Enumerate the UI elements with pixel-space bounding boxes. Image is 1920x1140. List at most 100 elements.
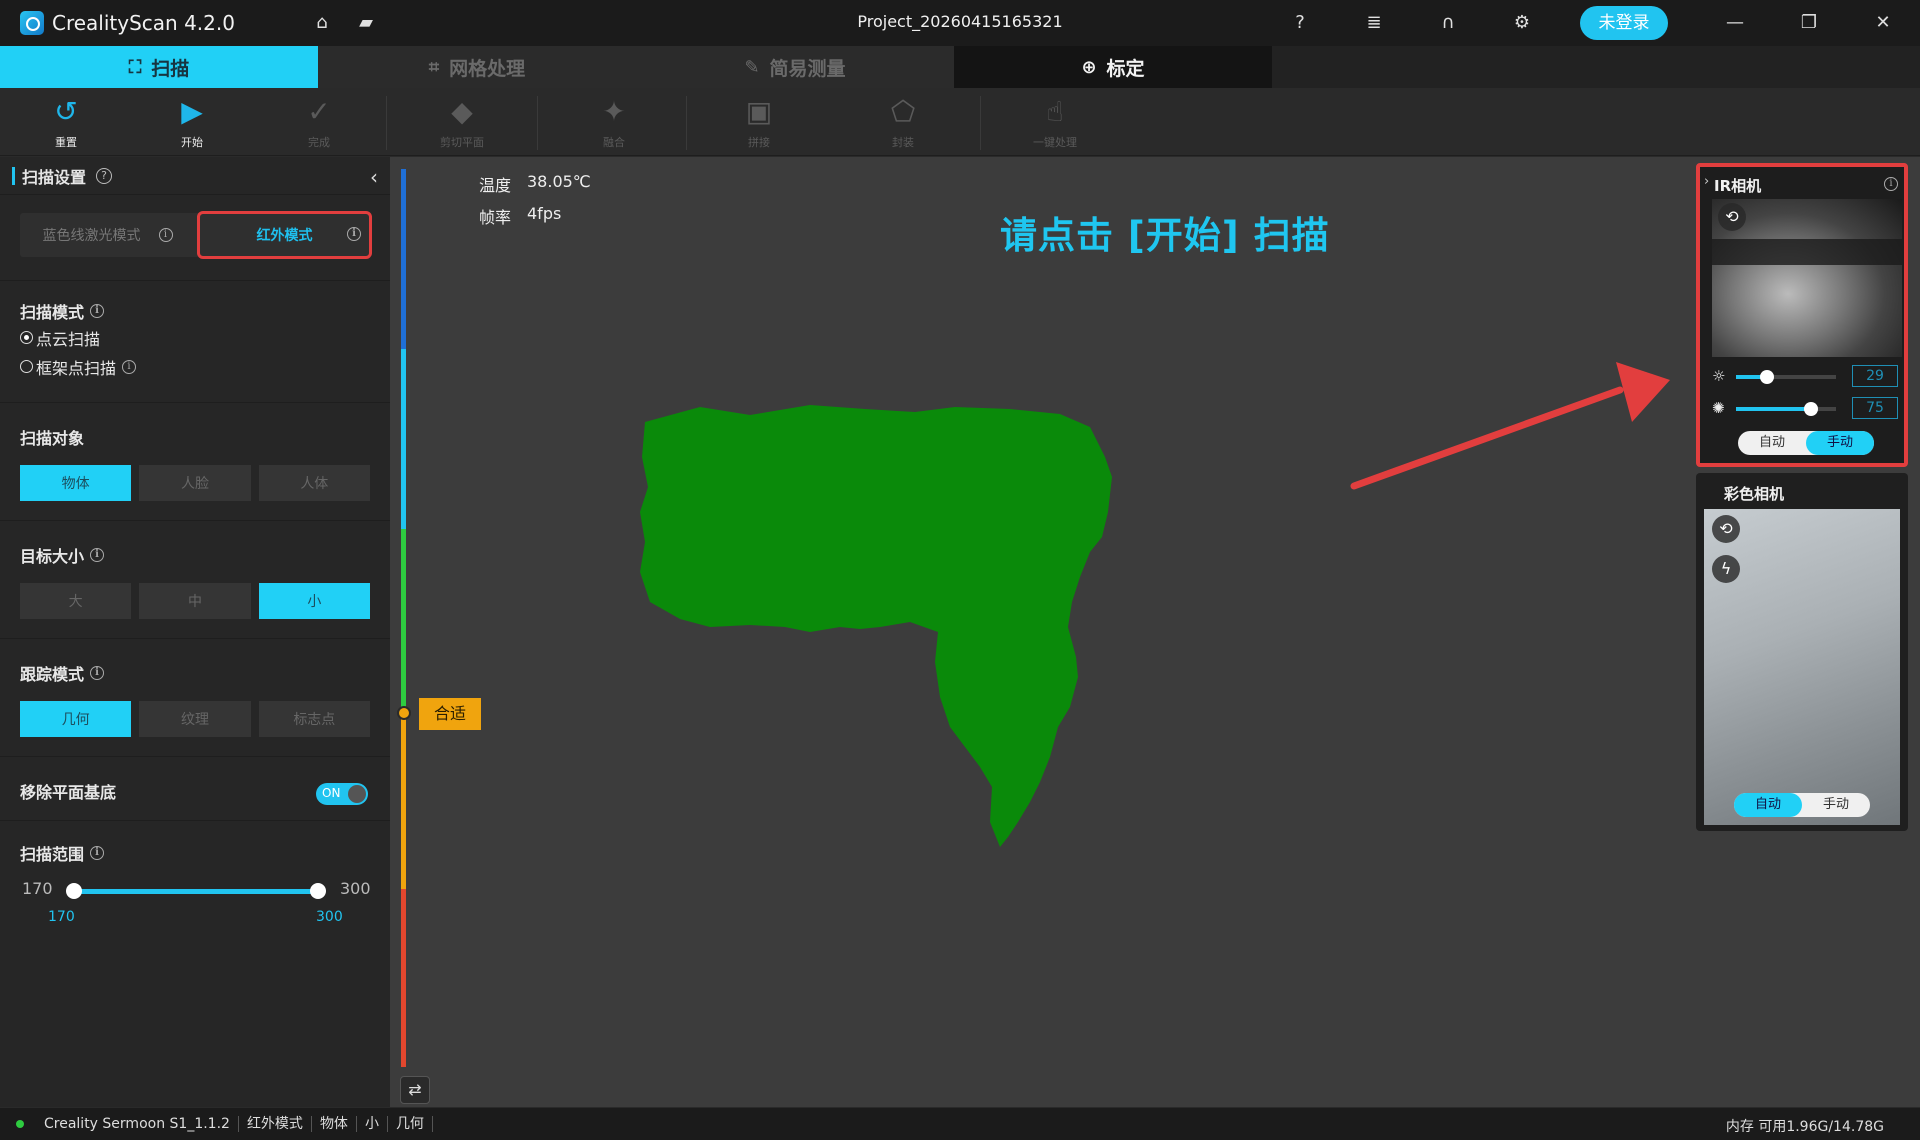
mode-section: 蓝色线激光模式 i 红外模式 i xyxy=(0,195,390,281)
mesh-icon: ⬠ xyxy=(890,95,916,128)
target-section: 扫描对象 物体 人脸 人体 xyxy=(0,403,390,521)
ir-auto-manual-toggle[interactable]: 自动 手动 xyxy=(1738,431,1874,455)
mode-blue-laser[interactable]: 蓝色线激光模式 i xyxy=(20,213,195,257)
track-title: 跟踪模式 i xyxy=(20,661,370,685)
hand-icon: ☝ xyxy=(1046,95,1064,128)
start-button[interactable]: ▶ 开始 xyxy=(147,88,237,156)
mode-infrared[interactable]: 红外模式 i xyxy=(197,211,372,259)
done-button[interactable]: ✓ 完成 xyxy=(274,88,364,156)
info-icon[interactable]: i xyxy=(90,666,105,680)
one-key-button[interactable]: ☝ 一键处理 xyxy=(1010,88,1100,156)
ir-exposure-slider[interactable]: ☼ 29 xyxy=(1712,365,1902,389)
track-texture-button[interactable]: 纹理 xyxy=(139,701,251,737)
distance-gauge xyxy=(401,169,406,1067)
info-icon[interactable]: i xyxy=(90,304,105,318)
title-bar: CrealityScan 4.2.0 ⌂ ▰ Project_202604151… xyxy=(0,0,1920,46)
ir-auto-option[interactable]: 自动 xyxy=(1738,431,1806,455)
eraser-icon: ◆ xyxy=(451,95,473,128)
annotation-arrow xyxy=(1350,362,1670,490)
color-camera-card: 彩色相机 ⟲ ϟ 自动 手动 xyxy=(1696,473,1908,831)
rotate-icon[interactable]: ⟲ xyxy=(1712,515,1740,543)
gain-value[interactable]: 75 xyxy=(1852,397,1898,419)
toolbar: ↺ 重置 ▶ 开始 ✓ 完成 ◆ 剪切平面 ✦ 融合 ▣ 拼接 ⬠ 封装 ☝ 一键处理 xyxy=(0,88,1920,156)
minimize-button[interactable]: — xyxy=(1720,8,1750,38)
headset-icon[interactable]: ∩ xyxy=(1436,11,1460,35)
3d-viewport[interactable] xyxy=(390,157,1920,1107)
color-manual-option[interactable]: 手动 xyxy=(1802,793,1870,817)
home-icon[interactable]: ⌂ xyxy=(310,11,334,35)
range-high-handle[interactable] xyxy=(310,883,326,899)
flash-off-icon[interactable]: ϟ xyxy=(1712,555,1740,583)
ir-manual-option[interactable]: 手动 xyxy=(1806,431,1874,455)
stitch-button[interactable]: ▣ 拼接 xyxy=(714,88,804,156)
cut-plane-button[interactable]: ◆ 剪切平面 xyxy=(417,88,507,156)
track-geometry-button[interactable]: 几何 xyxy=(20,701,132,737)
radio-point-cloud[interactable]: 点云扫描 xyxy=(20,323,370,352)
size-small-button[interactable]: 小 xyxy=(258,583,370,619)
range-low-handle[interactable] xyxy=(66,883,82,899)
info-icon[interactable]: i xyxy=(90,548,105,562)
ruler-icon: ✎ xyxy=(744,56,760,78)
radio-frame-point[interactable]: 框架点扫描 i xyxy=(20,352,370,381)
distance-indicator xyxy=(397,706,411,720)
gain-handle[interactable] xyxy=(1804,402,1818,416)
size-title: 目标大小 i xyxy=(20,543,370,567)
ir-camera-title: IR相机 xyxy=(1714,177,1762,195)
crosshair-icon: ⊕ xyxy=(1081,56,1097,78)
remove-plane-section: 移除平面基底 ON xyxy=(0,757,390,821)
collapse-chevron-icon[interactable]: ‹ xyxy=(370,165,378,189)
help-icon[interactable]: ? xyxy=(96,167,113,184)
target-object-button[interactable]: 物体 xyxy=(20,465,132,501)
exposure-handle[interactable] xyxy=(1760,370,1774,384)
rotate-icon[interactable]: ⟲ xyxy=(1718,203,1746,231)
range-track[interactable] xyxy=(74,889,318,894)
radio-unchecked-icon xyxy=(20,360,33,373)
reset-icon: ↺ xyxy=(54,95,78,128)
crop-icon: ⌗ xyxy=(428,56,440,78)
temp-label: 温度 xyxy=(479,176,512,195)
status-size: 小 xyxy=(357,1116,388,1132)
swap-icon[interactable]: ⇄ xyxy=(400,1076,430,1104)
info-icon[interactable]: i xyxy=(158,228,173,242)
ir-gain-slider[interactable]: ✺ 75 xyxy=(1712,397,1902,421)
range-max-label: 300 xyxy=(340,879,371,898)
gain-icon: ✺ xyxy=(1712,399,1725,417)
radio-checked-icon xyxy=(20,331,33,344)
info-icon[interactable]: i xyxy=(90,846,105,860)
help-icon[interactable]: ? xyxy=(1288,11,1312,35)
tab-measure[interactable]: ✎ 简易测量 xyxy=(636,46,954,88)
login-button[interactable]: 未登录 xyxy=(1580,6,1668,40)
range-high-value: 300 xyxy=(316,909,343,925)
info-icon[interactable]: i xyxy=(347,227,361,241)
close-button[interactable]: ✕ xyxy=(1868,8,1898,38)
tab-mesh[interactable]: ⌗ 网格处理 xyxy=(318,46,636,88)
color-camera-preview: ⟲ ϟ 自动 手动 xyxy=(1704,509,1900,825)
info-icon[interactable]: i xyxy=(122,359,137,374)
mesh-button[interactable]: ⬠ 封装 xyxy=(858,88,948,156)
check-icon: ✓ xyxy=(307,95,331,128)
fps-value: 4fps xyxy=(527,204,562,223)
notes-icon[interactable]: ≣ xyxy=(1362,11,1386,35)
panel-title: 扫描设置 xyxy=(22,167,87,187)
size-medium-button[interactable]: 中 xyxy=(139,583,251,619)
app-title: CrealityScan 4.2.0 xyxy=(52,11,235,35)
track-marker-button[interactable]: 标志点 xyxy=(258,701,370,737)
exposure-value[interactable]: 29 xyxy=(1852,365,1898,387)
target-body-button[interactable]: 人体 xyxy=(258,465,370,501)
tab-scan[interactable]: ⛶ 扫描 xyxy=(0,46,318,88)
fuse-button[interactable]: ✦ 融合 xyxy=(569,88,659,156)
fuse-icon: ✦ xyxy=(602,95,626,128)
color-auto-manual-toggle[interactable]: 自动 手动 xyxy=(1734,793,1870,817)
folder-icon[interactable]: ▰ xyxy=(354,11,378,35)
range-slider[interactable]: 170 300 170 300 xyxy=(20,865,371,925)
tab-calibrate[interactable]: ⊕ 标定 xyxy=(954,46,1272,88)
gear-icon[interactable]: ⚙ xyxy=(1510,11,1534,35)
size-large-button[interactable]: 大 xyxy=(20,583,132,619)
color-auto-option[interactable]: 自动 xyxy=(1734,793,1802,817)
target-face-button[interactable]: 人脸 xyxy=(139,465,251,501)
remove-plane-toggle[interactable]: ON xyxy=(316,783,368,805)
restore-button[interactable]: ❐ xyxy=(1794,8,1824,38)
reset-button[interactable]: ↺ 重置 xyxy=(21,88,111,156)
info-icon[interactable]: i xyxy=(1884,177,1898,191)
expand-chevron-icon[interactable]: › xyxy=(1704,174,1709,189)
